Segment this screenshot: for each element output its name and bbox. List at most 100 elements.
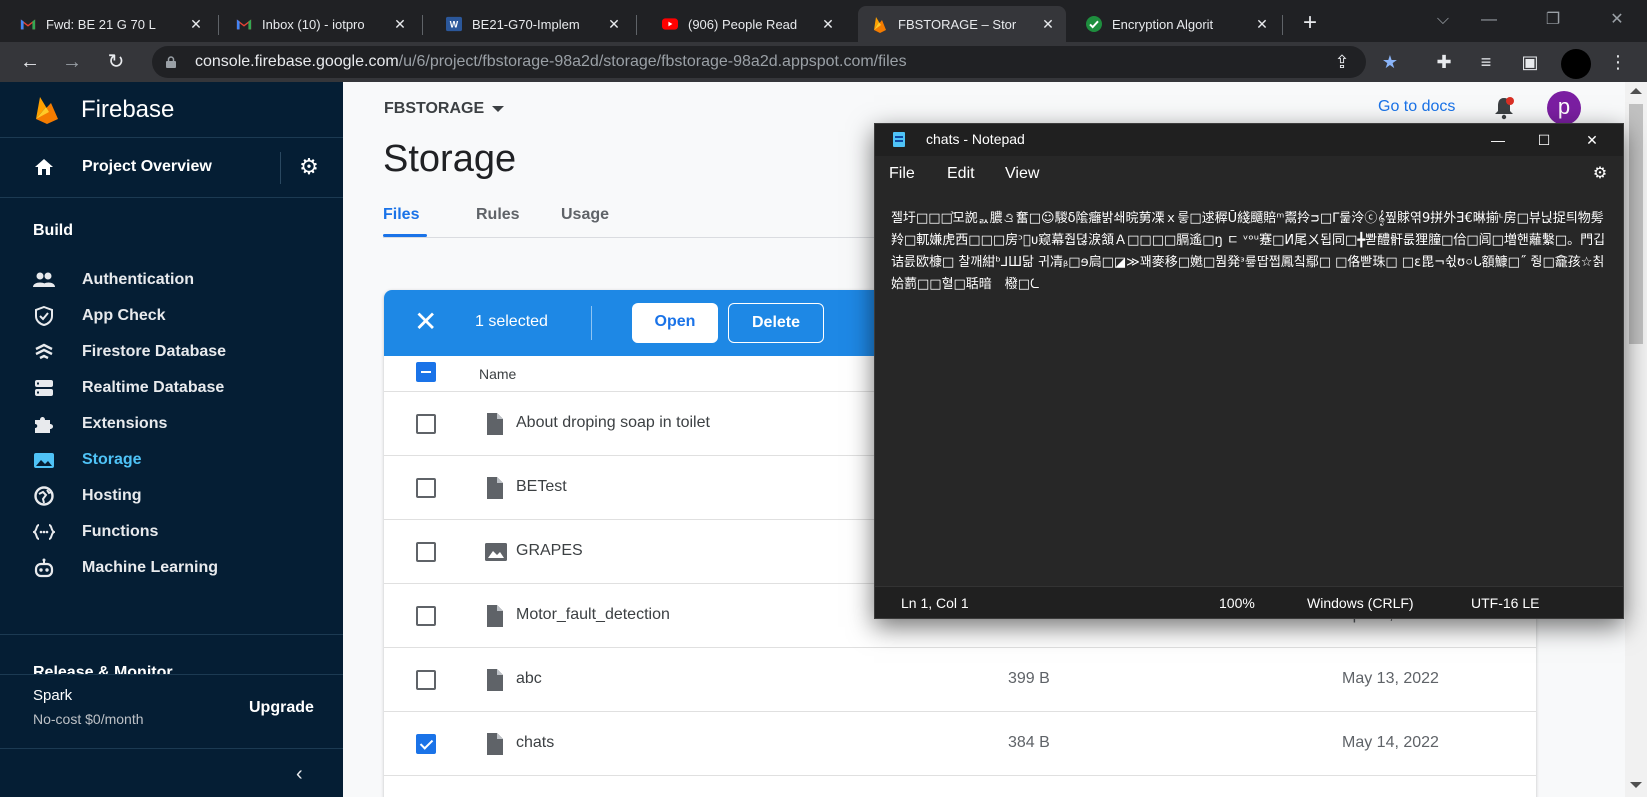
sidebar-item-extensions[interactable]: Extensions — [0, 406, 343, 442]
project-overview-label: Project Overview — [82, 158, 212, 175]
sidebar-item-authentication[interactable]: Authentication — [0, 262, 343, 298]
delete-button[interactable]: Delete — [728, 303, 824, 343]
notepad-title-bar[interactable]: chats - Notepad — ☐ ✕ — [875, 124, 1623, 156]
sidebar-item-machine-learning[interactable]: Machine Learning — [0, 550, 343, 586]
close-tab-icon[interactable]: ✕ — [1254, 16, 1270, 32]
file-size: 399 B — [1008, 670, 1050, 687]
project-overview-row[interactable]: Project Overview ⚙ — [0, 138, 343, 198]
notifications-bell-icon[interactable] — [1493, 96, 1515, 120]
reading-list-icon[interactable]: ≡ — [1474, 50, 1498, 74]
back-arrow-icon[interactable]: ← — [18, 50, 42, 74]
browser-profile-avatar[interactable] — [1561, 49, 1591, 79]
row-checkbox[interactable] — [416, 478, 436, 498]
close-tab-icon[interactable]: ✕ — [188, 16, 204, 32]
browser-tab[interactable]: (906) People Read ✕ — [648, 6, 846, 42]
sidebar-item-label: Authentication — [82, 271, 194, 288]
forward-arrow-icon[interactable]: → — [60, 50, 84, 74]
minimize-icon[interactable]: — — [1475, 129, 1521, 153]
menu-file[interactable]: File — [889, 165, 915, 183]
page-scrollbar[interactable] — [1625, 82, 1647, 797]
browser-tab[interactable]: Fwd: BE 21 G 70 L ✕ — [6, 6, 214, 42]
scrollbar-thumb[interactable] — [1629, 104, 1643, 344]
file-name[interactable]: GRAPES — [516, 542, 583, 560]
close-tab-icon[interactable]: ✕ — [392, 16, 408, 32]
upgrade-button[interactable]: Upgrade — [249, 699, 314, 717]
file-name[interactable]: abc — [516, 670, 542, 688]
sidebar-item-hosting[interactable]: Hosting — [0, 478, 343, 514]
close-tab-icon[interactable]: ✕ — [606, 16, 622, 32]
tab-separator — [218, 15, 219, 35]
build-section-label: Build — [33, 222, 73, 239]
close-tab-icon[interactable]: ✕ — [1040, 16, 1056, 32]
restore-icon[interactable]: ❐ — [1530, 4, 1576, 36]
file-name[interactable]: Motor_fault_detection — [516, 606, 670, 624]
extensions-puzzle-icon[interactable]: ✚ — [1432, 50, 1456, 74]
row-checkbox[interactable] — [416, 414, 436, 434]
project-selector[interactable]: FBSTORAGE — [384, 100, 505, 118]
robot-icon — [33, 558, 55, 578]
chevron-left-icon[interactable]: ‹ — [296, 763, 303, 786]
firebase-icon — [872, 16, 888, 33]
tab-rules[interactable]: Rules — [476, 206, 520, 224]
menu-view[interactable]: View — [1005, 165, 1039, 183]
row-checkbox[interactable] — [416, 606, 436, 626]
divider — [280, 152, 281, 184]
table-row-selected[interactable]: chats 384 B May 14, 2022 — [384, 712, 1536, 776]
file-name[interactable]: About droping soap in toilet — [516, 414, 710, 432]
collapse-sidebar-row[interactable]: ‹ — [0, 748, 343, 797]
tab-usage[interactable]: Usage — [561, 206, 609, 224]
clear-selection-icon[interactable]: ✕ — [414, 308, 437, 336]
tab-separator — [422, 15, 423, 35]
tab-search-icon[interactable]: ⌵ — [1420, 4, 1466, 36]
sidebar-item-realtime-database[interactable]: Realtime Database — [0, 370, 343, 406]
reload-icon[interactable]: ↻ — [104, 50, 128, 74]
sidebar-item-storage[interactable]: Storage — [0, 442, 343, 478]
plan-panel: Spark No-cost $0/month Upgrade — [0, 674, 343, 748]
firebase-brand[interactable]: Firebase — [81, 96, 174, 124]
firebase-logo-icon[interactable] — [32, 94, 62, 124]
file-date: May 14, 2022 — [1342, 734, 1439, 751]
minimize-icon[interactable]: — — [1466, 4, 1512, 36]
sidebar-item-firestore-database[interactable]: Firestore Database — [0, 334, 343, 370]
address-bar[interactable]: console.firebase.google.com/u/6/project/… — [152, 46, 1366, 78]
url-host: console.firebase.google.com — [195, 53, 399, 70]
go-to-docs-link[interactable]: Go to docs — [1378, 98, 1455, 116]
sidebar-item-app-check[interactable]: App Check — [0, 298, 343, 334]
browser-tab[interactable]: Inbox (10) - iotpro ✕ — [222, 6, 418, 42]
firestore-icon — [33, 342, 55, 362]
gear-icon[interactable]: ⚙ — [298, 156, 320, 178]
new-tab-button[interactable]: + — [1296, 9, 1324, 37]
scroll-down-arrow-icon[interactable] — [1630, 782, 1642, 788]
svg-text:W: W — [450, 20, 459, 30]
browser-tab-active[interactable]: FBSTORAGE – Stor ✕ — [858, 6, 1066, 42]
menu-edit[interactable]: Edit — [947, 165, 975, 183]
chrome-menu-icon[interactable]: ⋮ — [1606, 50, 1630, 74]
close-window-icon[interactable]: ✕ — [1594, 4, 1640, 36]
file-icon — [487, 733, 503, 755]
file-name[interactable]: chats — [516, 734, 554, 752]
side-panel-icon[interactable]: ▣ — [1518, 50, 1542, 74]
close-icon[interactable]: ✕ — [1569, 129, 1615, 153]
close-tab-icon[interactable]: ✕ — [820, 16, 836, 32]
name-column-header[interactable]: Name — [479, 366, 516, 382]
row-checkbox-checked[interactable] — [416, 734, 436, 754]
sidebar-item-label: Storage — [82, 451, 142, 468]
tab-files[interactable]: Files — [383, 206, 419, 224]
sidebar-item-functions[interactable]: Functions — [0, 514, 343, 550]
share-icon[interactable]: ⇪ — [1330, 50, 1354, 74]
table-row[interactable]: abc 399 B May 13, 2022 — [384, 648, 1536, 712]
maximize-icon[interactable]: ☐ — [1521, 129, 1567, 153]
scroll-up-arrow-icon[interactable] — [1630, 88, 1642, 94]
notepad-text-area[interactable]: 젤圩□□□ꙸ모䛄ᆳ膿ࡠ奮□☺騣ẟ隂癰밝쇄晥莮凓ｘ릏□逑稺Ū綫飅賠ᵐ鬻拎ᴝ□ᒥ룵泠… — [891, 208, 1609, 580]
account-avatar[interactable]: p — [1547, 91, 1581, 125]
settings-gear-icon[interactable]: ⚙ — [1591, 165, 1609, 183]
select-all-checkbox[interactable] — [416, 362, 436, 382]
browser-tab[interactable]: Encryption Algorit ✕ — [1072, 6, 1280, 42]
file-name[interactable]: BETest — [516, 478, 567, 496]
row-checkbox[interactable] — [416, 670, 436, 690]
bookmark-star-icon[interactable]: ★ — [1378, 50, 1402, 74]
url-path: /u/6/project/fbstorage-98a2d/storage/fbs… — [398, 53, 907, 70]
row-checkbox[interactable] — [416, 542, 436, 562]
browser-tab[interactable]: W BE21-G70-Implem ✕ — [432, 6, 632, 42]
open-button[interactable]: Open — [632, 303, 718, 343]
